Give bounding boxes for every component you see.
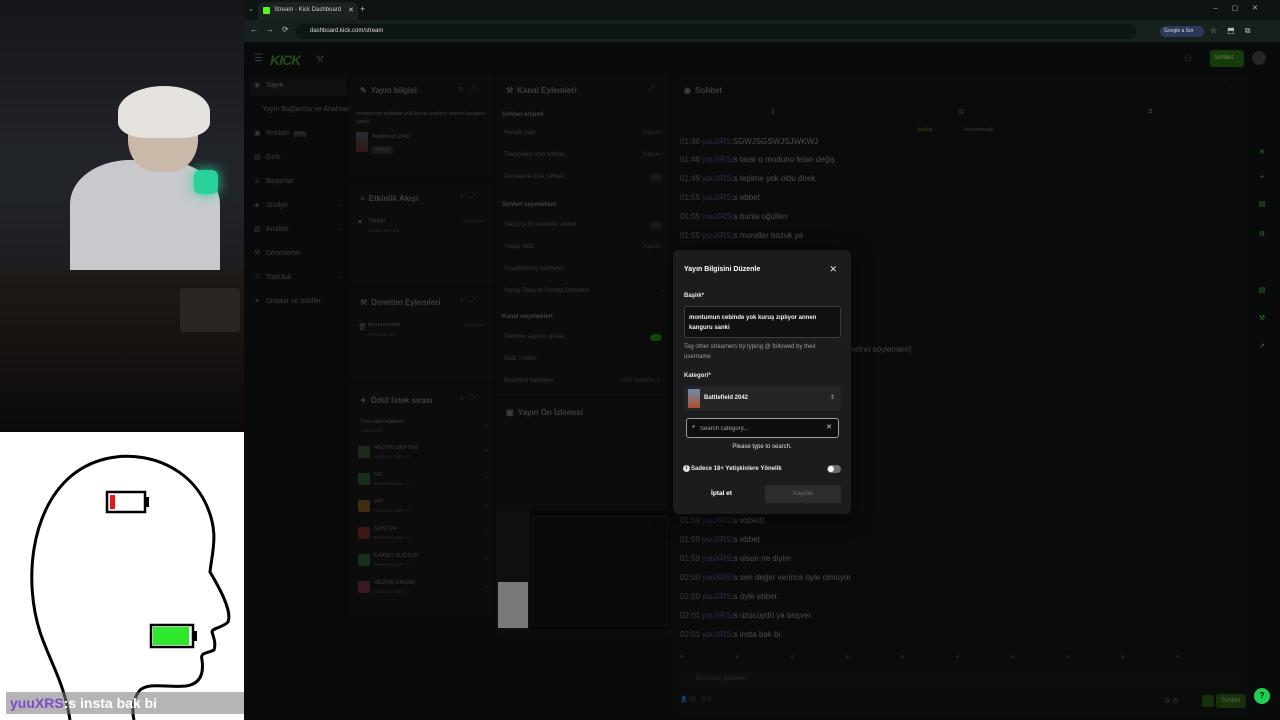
window-controls[interactable]: –▢✕ <box>1214 4 1272 12</box>
webcam-feed <box>0 0 244 432</box>
close-icon[interactable]: ✕ <box>829 264 837 275</box>
search-prompt: Please type to search. <box>732 444 792 450</box>
share-icon[interactable]: ⇗ <box>1256 342 1268 356</box>
url-text: dashboard.kick.com/stream <box>310 28 384 34</box>
cancel-button[interactable]: İptal et <box>684 485 759 503</box>
plus-icon[interactable]: + <box>1256 174 1268 188</box>
microphone-light <box>194 170 218 194</box>
info-icon: i <box>683 465 690 472</box>
nav-buttons[interactable]: ←→⟳ <box>250 25 297 34</box>
category-thumbnail <box>688 389 700 408</box>
screen: yuuXRS:s insta bak bi ⌄ Stream - Kick Da… <box>0 0 1280 720</box>
audio-mixer <box>180 288 240 332</box>
head-battery-overlay <box>0 432 244 720</box>
mouth-battery-fill <box>153 627 190 645</box>
head-battery-fill <box>110 495 116 509</box>
chevron-updown-icon: ⇕ <box>829 395 835 401</box>
help-icon[interactable]: ? <box>1254 688 1270 704</box>
doc-icon[interactable]: ▤ <box>1256 200 1268 214</box>
overlay-chat-message: yuuXRS:s insta bak bi <box>6 692 244 714</box>
save-button[interactable]: Kaydet <box>765 485 841 503</box>
category-name: Battlefield 2042 <box>704 395 749 401</box>
address-bar-icons[interactable]: ☆⬒⧉ <box>1210 26 1260 36</box>
kick-favicon-icon <box>263 7 270 14</box>
category-select[interactable]: Battlefield 2042 ⇕ <box>684 386 841 411</box>
modal-title: Yayın Bilgisini Düzenle <box>684 266 761 273</box>
adult-label: Sadece 18+ Yetişkinlere Yönelik <box>691 466 782 472</box>
tab-list-icon[interactable]: ⌄ <box>248 5 254 13</box>
category-search-input[interactable] <box>700 423 820 434</box>
browser-tab[interactable]: Stream - Kick Dashboard ✕ <box>258 2 358 20</box>
tab-bar: ⌄ Stream - Kick Dashboard ✕ + –▢✕ <box>244 0 1280 20</box>
close-icon[interactable]: ✕ <box>1256 148 1268 162</box>
title-hint: Tag other streamers by typing @ followed… <box>684 344 816 360</box>
category-label: Kategori* <box>684 373 711 379</box>
settings-icon[interactable]: ⚙ <box>1256 230 1268 244</box>
hammer-icon[interactable]: ⚒ <box>1256 314 1268 328</box>
title-input[interactable]: montumun cebinde yok kuruş zıplıyor anne… <box>684 306 841 338</box>
edit-stream-info-modal: Yayın Bilgisini Düzenle ✕ Başlık* montum… <box>673 250 851 514</box>
list-icon[interactable]: ▤ <box>1256 286 1268 300</box>
title-label: Başlık* <box>684 293 705 299</box>
right-toolbar: ✕ + ▤ ⚙ ▤ ⚒ ⇗ <box>1254 140 1270 360</box>
clear-icon[interactable]: ✕ <box>826 423 832 431</box>
streamer-hair <box>118 86 210 138</box>
new-tab-icon[interactable]: + <box>360 4 365 14</box>
overlay-chat-user: yuuXRS <box>10 695 64 711</box>
overlay-chat-text: :s insta bak bi <box>63 695 158 711</box>
head-silhouette-graphic <box>30 454 231 720</box>
url-field[interactable]: dashboard.kick.com/stream <box>296 24 1136 39</box>
tab-title: Stream - Kick Dashboard <box>274 7 342 13</box>
google-lens-chip[interactable]: Google a Sor <box>1160 26 1204 37</box>
search-icon: ⌕ <box>692 424 696 430</box>
close-tab-icon[interactable]: ✕ <box>348 6 354 14</box>
google-chip-label: Google a Sor <box>1164 28 1194 34</box>
browser-window: ⌄ Stream - Kick Dashboard ✕ + –▢✕ ←→⟳ da… <box>244 0 1280 720</box>
adult-toggle[interactable] <box>827 465 841 473</box>
category-search-box: ⌕ ✕ <box>686 418 839 438</box>
